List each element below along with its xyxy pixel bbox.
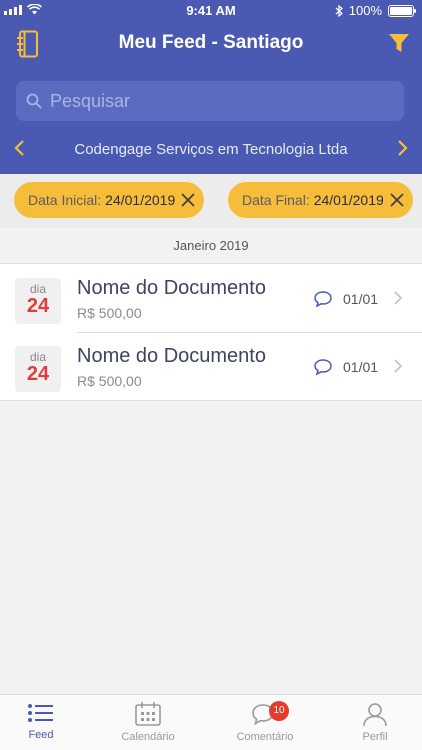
tab-label: Feed: [28, 729, 54, 741]
company-selector: Codengage Serviços em Tecnologia Ltda: [0, 136, 422, 164]
filter-chip-start-date[interactable]: Data Inicial: 24/01/2019: [14, 182, 205, 218]
comment-icon: [314, 359, 332, 376]
filter-chip-end-date[interactable]: Data Final: 24/01/2019: [228, 182, 413, 218]
document-list: dia 24 Nome do Documento R$ 500,00 01/01…: [0, 263, 422, 401]
header: 9:41 AM 100% Meu Feed - Santiago Pesquis…: [0, 0, 422, 174]
user-icon: [363, 703, 387, 727]
status-right: 100%: [335, 3, 416, 18]
bluetooth-icon: [335, 4, 343, 17]
status-bar: 9:41 AM 100%: [0, 0, 422, 22]
document-title: Nome do Documento: [77, 345, 266, 367]
tab-label: Comentário: [236, 731, 294, 743]
calendar-icon: [135, 702, 161, 726]
document-title: Nome do Documento: [77, 277, 266, 299]
chevron-right-icon[interactable]: [394, 138, 410, 158]
tab-feed[interactable]: Feed: [1, 701, 81, 741]
date-label: dia: [29, 282, 46, 296]
page-title: Meu Feed - Santiago: [118, 32, 304, 53]
battery-icon: [388, 4, 416, 17]
notification-badge: 10: [269, 701, 289, 721]
title-bar: Meu Feed - Santiago: [0, 28, 422, 60]
date-badge: dia 24: [15, 346, 61, 392]
search-input[interactable]: [50, 90, 390, 112]
chevron-right-icon: [394, 359, 403, 373]
chip-label: Data Final:: [242, 192, 310, 208]
comment-icon: [314, 291, 332, 308]
tab-label: Perfil: [362, 731, 388, 743]
chevron-right-icon: [394, 291, 403, 305]
date-label: dia: [29, 350, 46, 364]
chip-label: Data Inicial:: [28, 192, 102, 208]
chip-value: 24/01/2019: [313, 192, 384, 208]
list-item[interactable]: dia 24 Nome do Documento R$ 500,00 01/01: [0, 264, 422, 332]
battery-percent: 100%: [348, 3, 382, 18]
company-name: Codengage Serviços em Tecnologia Ltda: [74, 141, 348, 158]
search-bar[interactable]: [16, 81, 404, 121]
filter-icon[interactable]: [388, 33, 410, 53]
filter-chips: Data Inicial: 24/01/2019 Data Final: 24/…: [0, 174, 422, 228]
tab-perfil[interactable]: Perfil: [335, 701, 415, 743]
document-amount: R$ 500,00: [77, 305, 142, 321]
tab-bar: Feed Calendário 10 Comentário Perfil: [0, 694, 422, 750]
chip-value: 24/01/2019: [105, 192, 176, 208]
comment-count: 01/01: [343, 359, 379, 375]
comment-count: 01/01: [343, 291, 379, 307]
date-day: 24: [26, 363, 50, 385]
date-badge: dia 24: [15, 278, 61, 324]
list-icon: [28, 704, 53, 722]
tab-calendario[interactable]: Calendário: [108, 701, 188, 743]
tab-label: Calendário: [121, 731, 175, 743]
list-item[interactable]: dia 24 Nome do Documento R$ 500,00 01/01: [0, 332, 422, 400]
date-day: 24: [26, 295, 50, 317]
tab-comentario[interactable]: 10 Comentário: [225, 701, 305, 743]
search-icon: [26, 93, 42, 109]
close-icon[interactable]: [180, 192, 196, 208]
month-header: Janeiro 2019: [173, 238, 249, 253]
close-icon[interactable]: [389, 192, 405, 208]
document-amount: R$ 500,00: [77, 373, 142, 389]
